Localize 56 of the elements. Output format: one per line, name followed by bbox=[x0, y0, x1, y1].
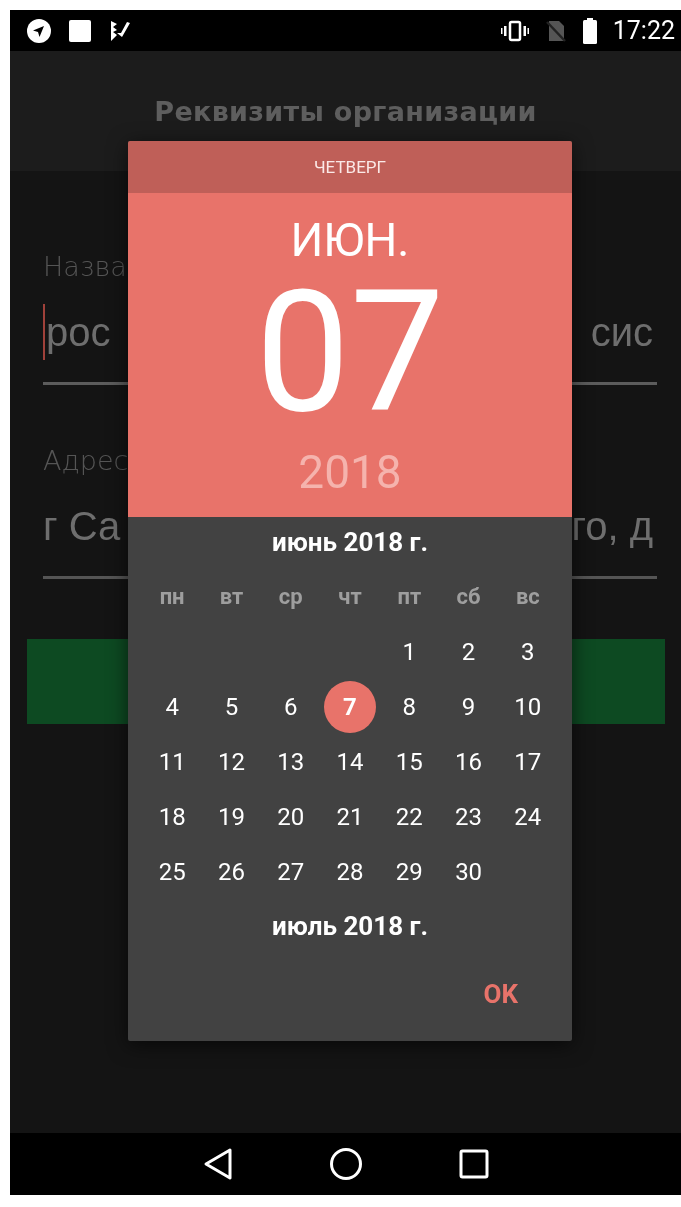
no-sim-icon bbox=[544, 18, 567, 43]
calendar-day[interactable]: 22 bbox=[383, 790, 436, 843]
back-icon bbox=[202, 1147, 233, 1181]
calendar-day[interactable]: 29 bbox=[383, 845, 436, 898]
check-flag-icon bbox=[108, 18, 132, 43]
weekday-text: ЧЕТВЕРГ bbox=[313, 157, 386, 177]
screen-title: Реквизиты организации bbox=[154, 95, 537, 127]
calendar-day[interactable]: 15 bbox=[383, 735, 436, 788]
month-title: июль 2018 г. bbox=[272, 910, 428, 943]
clock: 17:22 bbox=[612, 16, 675, 45]
calendar-day[interactable]: 4 bbox=[146, 680, 199, 733]
calendar-day[interactable]: 14 bbox=[324, 735, 376, 788]
weekday-label: чт bbox=[337, 583, 363, 611]
weekday-label: пн bbox=[158, 583, 186, 611]
battery-icon bbox=[582, 17, 597, 44]
weekday-label: сб bbox=[455, 583, 482, 611]
vibrate-icon bbox=[500, 18, 529, 43]
calendar-day[interactable]: 10 bbox=[501, 680, 554, 733]
calendar-day[interactable]: 18 bbox=[146, 790, 199, 843]
calendar-day[interactable]: 2 bbox=[442, 625, 495, 678]
weekday-label: вс bbox=[514, 583, 541, 611]
calendar-day[interactable]: 20 bbox=[264, 790, 317, 843]
weekday-label: вт bbox=[218, 583, 245, 611]
calendar-day[interactable]: 16 bbox=[442, 735, 495, 788]
calendar-day[interactable]: 8 bbox=[383, 680, 436, 733]
calendar-day[interactable]: 9 bbox=[442, 680, 495, 733]
field-label: Адрес bbox=[43, 445, 129, 476]
calendar-day[interactable]: 1 bbox=[383, 625, 436, 678]
calendar-day[interactable]: 28 bbox=[324, 845, 377, 898]
home-icon bbox=[328, 1147, 363, 1181]
calendar-day[interactable]: 27 bbox=[264, 845, 317, 898]
field-value: го, д bbox=[571, 503, 653, 549]
calendar-day[interactable]: 6 bbox=[264, 680, 317, 733]
calendar-day[interactable]: 5 bbox=[205, 680, 258, 733]
calendar-day[interactable]: 3 bbox=[501, 625, 554, 678]
text-cursor bbox=[43, 304, 45, 360]
field-value: г Са bbox=[43, 503, 121, 549]
calendar-day[interactable]: 26 bbox=[205, 845, 258, 898]
field-value: сис bbox=[590, 309, 653, 355]
recents-icon bbox=[458, 1149, 489, 1179]
calendar-day[interactable]: 25 bbox=[146, 845, 199, 898]
calendar-day[interactable]: 11 bbox=[146, 735, 199, 788]
calendar-day[interactable]: 17 bbox=[501, 735, 554, 788]
field-label: Назва bbox=[43, 251, 127, 282]
weekday-label: пт bbox=[396, 583, 423, 611]
month-title: июнь 2018 г. bbox=[271, 526, 429, 559]
square-icon bbox=[68, 18, 92, 43]
calendar-day[interactable]: 23 bbox=[442, 790, 495, 843]
calendar-day[interactable]: 30 bbox=[442, 845, 495, 898]
weekday-label: ср bbox=[277, 583, 304, 611]
calendar-day[interactable]: 12 bbox=[205, 735, 258, 788]
calendar-day[interactable]: 24 bbox=[501, 790, 554, 843]
field-value: рос bbox=[46, 309, 111, 355]
calendar-day[interactable]: 21 bbox=[324, 790, 376, 843]
calendar-day[interactable]: 19 bbox=[205, 790, 258, 843]
calendar-day[interactable]: 13 bbox=[264, 735, 317, 788]
